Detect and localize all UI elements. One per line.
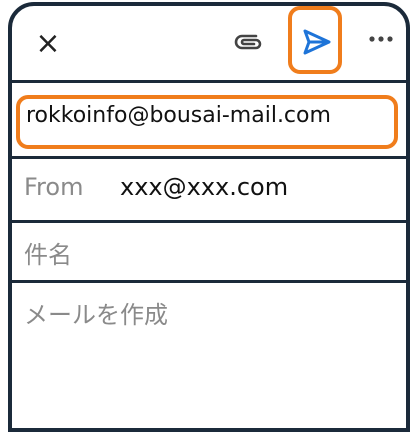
more-button[interactable] <box>364 24 398 54</box>
from-value[interactable]: xxx@xxx.com <box>120 173 288 201</box>
more-icon <box>369 36 393 42</box>
from-field-row: From xxx@xxx.com <box>12 156 406 222</box>
body-field[interactable]: メールを作成 <box>12 280 406 428</box>
subject-field[interactable]: 件名 <box>12 220 406 282</box>
to-field-row[interactable]: rokkoinfo@bousai-mail.com <box>12 80 406 158</box>
paperclip-icon <box>234 34 262 50</box>
compose-window: × rokkoinfo@bousai-mail.com From xxx@xxx… <box>8 2 410 432</box>
toolbar: × <box>12 6 406 80</box>
close-button[interactable]: × <box>30 26 66 62</box>
body-placeholder: メールを作成 <box>24 301 168 329</box>
from-label: From <box>24 173 84 201</box>
send-highlight <box>288 6 342 74</box>
to-field[interactable]: rokkoinfo@bousai-mail.com <box>26 103 331 128</box>
attach-button[interactable] <box>232 28 266 58</box>
subject-placeholder: 件名 <box>24 241 72 269</box>
close-icon: × <box>35 26 61 61</box>
